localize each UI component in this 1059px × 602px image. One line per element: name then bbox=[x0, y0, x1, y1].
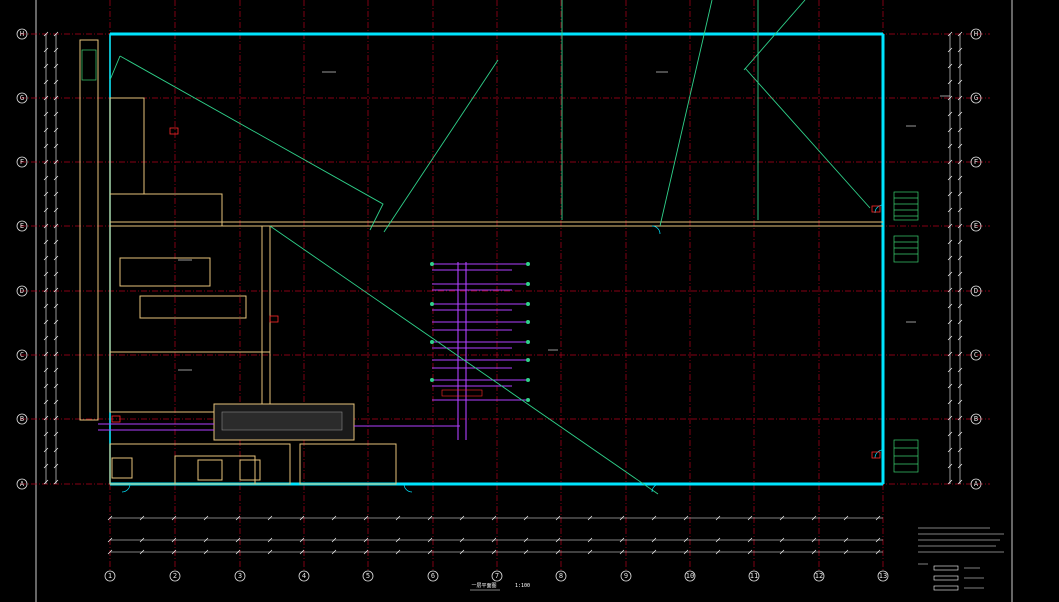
drawing-scale: 1:100 bbox=[515, 583, 530, 589]
grid-bubble-col-12: 12 bbox=[813, 570, 825, 582]
drawing-title: 一层平面图 bbox=[471, 583, 496, 589]
grid-bubble-col-7: 7 bbox=[491, 570, 503, 582]
svg-text:12: 12 bbox=[815, 572, 823, 580]
legend bbox=[918, 563, 984, 591]
stair-icon bbox=[81, 49, 919, 473]
grid-bubble-col-10: 10 bbox=[684, 570, 696, 582]
svg-text:13: 13 bbox=[879, 572, 887, 580]
column-grid-bubbles: 1 2 3 4 5 6 7 8 9 10 11 12 13 bbox=[104, 570, 889, 582]
svg-text:3: 3 bbox=[238, 572, 242, 580]
grid-bubble-col-3: 3 bbox=[234, 570, 246, 582]
partition-wall bbox=[110, 221, 883, 227]
pump-room-tag bbox=[441, 389, 483, 397]
svg-text:F: F bbox=[20, 158, 24, 166]
dimension-ticks bbox=[43, 31, 963, 555]
svg-text:B: B bbox=[20, 415, 24, 423]
equipment-corridor bbox=[213, 403, 355, 441]
svg-text:5: 5 bbox=[366, 572, 370, 580]
svg-text:G: G bbox=[20, 94, 24, 102]
drawing-title-block: 一层平面图 1:100 bbox=[470, 583, 530, 591]
svg-text:E: E bbox=[20, 222, 24, 230]
svg-text:B: B bbox=[974, 415, 978, 423]
svg-text:11: 11 bbox=[750, 572, 758, 580]
sheet-border bbox=[35, 0, 1013, 602]
svg-text:G: G bbox=[974, 94, 978, 102]
svg-text:6: 6 bbox=[431, 572, 435, 580]
cad-floor-plan[interactable]: 一层平面图 1:100 1 2 3 4 5 6 7 8 9 10 11 12 13 A AB BC CD DE E… bbox=[0, 0, 1059, 602]
dimension-lines bbox=[45, 34, 961, 553]
grid-bubble-col-5: 5 bbox=[362, 570, 374, 582]
grid-bubble-col-9: 9 bbox=[620, 570, 632, 582]
room-labels bbox=[178, 71, 950, 371]
grid-bubble-col-2: 2 bbox=[169, 570, 181, 582]
svg-text:1: 1 bbox=[108, 572, 112, 580]
svg-text:2: 2 bbox=[173, 572, 177, 580]
svg-text:10: 10 bbox=[686, 572, 694, 580]
grid-bubble-col-1: 1 bbox=[104, 570, 116, 582]
svg-text:D: D bbox=[974, 287, 978, 295]
svg-text:H: H bbox=[20, 30, 24, 38]
sprinkler-heads bbox=[430, 262, 530, 402]
svg-text:E: E bbox=[974, 222, 978, 230]
svg-text:8: 8 bbox=[559, 572, 563, 580]
grid-bubble-col-13: 13 bbox=[877, 570, 889, 582]
svg-text:4: 4 bbox=[302, 572, 306, 580]
grid-bubble-col-4: 4 bbox=[298, 570, 310, 582]
svg-text:F: F bbox=[974, 158, 978, 166]
grid-bubble-col-8: 8 bbox=[555, 570, 567, 582]
svg-text:D: D bbox=[20, 287, 24, 295]
svg-text:7: 7 bbox=[495, 572, 499, 580]
grid-bubble-col-11: 11 bbox=[748, 570, 760, 582]
svg-text:C: C bbox=[20, 351, 24, 359]
grid-bubble-col-6: 6 bbox=[427, 570, 439, 582]
svg-text:H: H bbox=[974, 30, 978, 38]
svg-text:9: 9 bbox=[624, 572, 628, 580]
notes-block bbox=[918, 527, 1004, 553]
svg-text:C: C bbox=[974, 351, 978, 359]
